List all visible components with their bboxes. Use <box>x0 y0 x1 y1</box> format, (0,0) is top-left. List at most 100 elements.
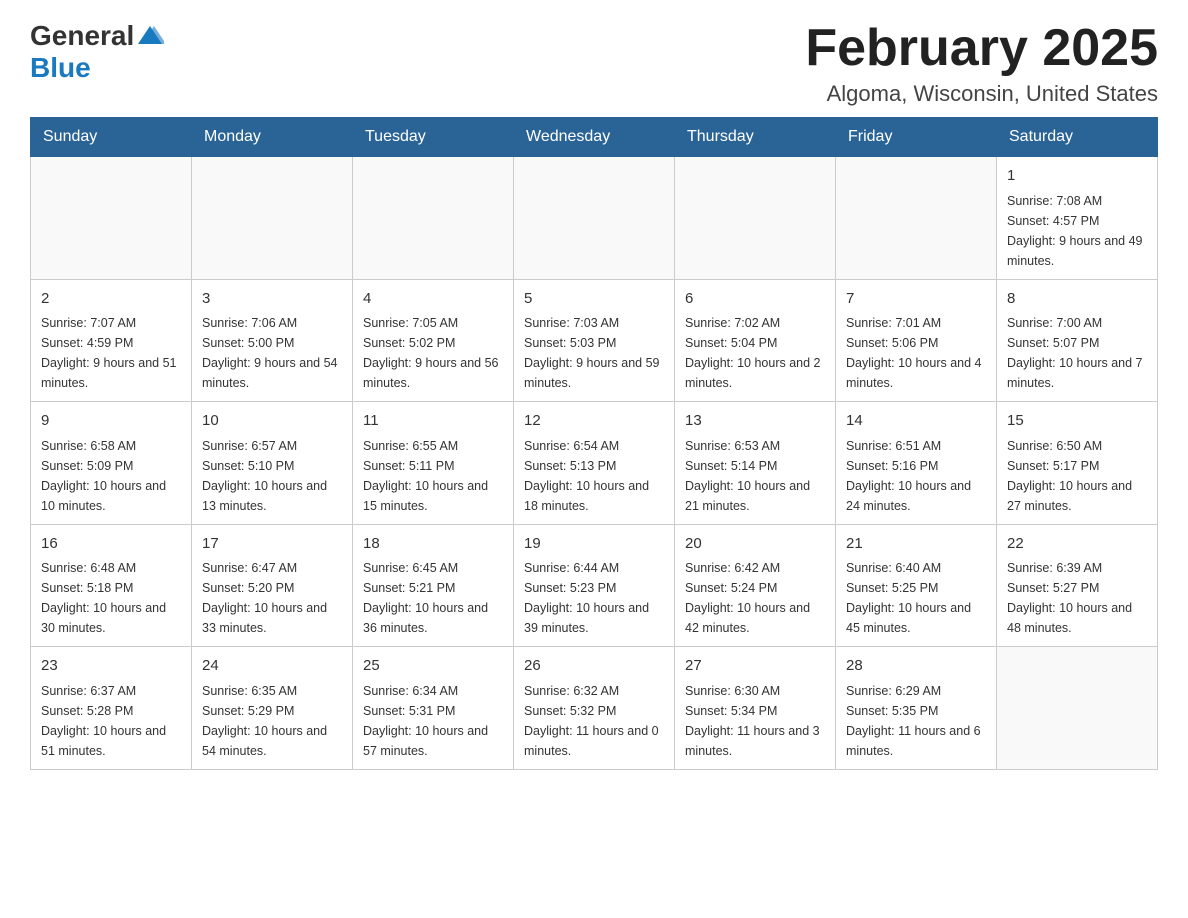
day-info: Sunrise: 6:32 AM Sunset: 5:32 PM Dayligh… <box>524 681 664 761</box>
day-of-week-header: Sunday <box>31 118 192 157</box>
calendar-day-cell: 26 Sunrise: 6:32 AM Sunset: 5:32 PM Dayli… <box>514 647 675 770</box>
day-number: 20 <box>685 533 825 556</box>
calendar-day-cell: 5Sunrise: 7:03 AM Sunset: 5:03 PM Daylig… <box>514 279 675 402</box>
day-info: Sunrise: 6:44 AM Sunset: 5:23 PM Dayligh… <box>524 558 664 638</box>
calendar-day-cell: 10 Sunrise: 6:57 AM Sunset: 5:10 PM Dayli… <box>192 402 353 525</box>
day-number: 26 <box>524 655 664 678</box>
day-info: Sunrise: 6:39 AM Sunset: 5:27 PM Dayligh… <box>1007 558 1147 638</box>
calendar-day-cell <box>514 157 675 280</box>
day-number: 6 <box>685 288 825 311</box>
day-of-week-header: Thursday <box>675 118 836 157</box>
day-info: Sunrise: 6:48 AM Sunset: 5:18 PM Dayligh… <box>41 558 181 638</box>
day-number: 10 <box>202 410 342 433</box>
day-number: 3 <box>202 288 342 311</box>
logo-general-text: General <box>30 20 134 52</box>
day-info: Sunrise: 6:37 AM Sunset: 5:28 PM Dayligh… <box>41 681 181 761</box>
calendar-week-row: 9 Sunrise: 6:58 AM Sunset: 5:09 PM Daylig… <box>31 402 1158 525</box>
calendar-day-cell: 24Sunrise: 6:35 AM Sunset: 5:29 PM Dayli… <box>192 647 353 770</box>
calendar-day-cell <box>353 157 514 280</box>
day-info: Sunrise: 6:42 AM Sunset: 5:24 PM Dayligh… <box>685 558 825 638</box>
logo-icon <box>136 22 164 50</box>
calendar-header: SundayMondayTuesdayWednesdayThursdayFrid… <box>31 118 1158 157</box>
calendar-day-cell: 20Sunrise: 6:42 AM Sunset: 5:24 PM Dayli… <box>675 524 836 647</box>
calendar-day-cell <box>31 157 192 280</box>
day-number: 7 <box>846 288 986 311</box>
day-info: Sunrise: 6:40 AM Sunset: 5:25 PM Dayligh… <box>846 558 986 638</box>
calendar-day-cell <box>997 647 1158 770</box>
calendar-week-row: 23 Sunrise: 6:37 AM Sunset: 5:28 PM Dayli… <box>31 647 1158 770</box>
day-of-week-header: Saturday <box>997 118 1158 157</box>
day-number: 12 <box>524 410 664 433</box>
calendar-day-cell: 3Sunrise: 7:06 AM Sunset: 5:00 PM Daylig… <box>192 279 353 402</box>
calendar-day-cell: 14 Sunrise: 6:51 AM Sunset: 5:16 PM Dayli… <box>836 402 997 525</box>
calendar-day-cell: 18Sunrise: 6:45 AM Sunset: 5:21 PM Dayli… <box>353 524 514 647</box>
calendar-day-cell: 15Sunrise: 6:50 AM Sunset: 5:17 PM Dayli… <box>997 402 1158 525</box>
calendar-day-cell: 28 Sunrise: 6:29 AM Sunset: 5:35 PM Dayli… <box>836 647 997 770</box>
calendar-table: SundayMondayTuesdayWednesdayThursdayFrid… <box>30 117 1158 770</box>
calendar-day-cell: 23 Sunrise: 6:37 AM Sunset: 5:28 PM Dayli… <box>31 647 192 770</box>
calendar-week-row: 16Sunrise: 6:48 AM Sunset: 5:18 PM Dayli… <box>31 524 1158 647</box>
calendar-day-cell: 16Sunrise: 6:48 AM Sunset: 5:18 PM Dayli… <box>31 524 192 647</box>
header-row: SundayMondayTuesdayWednesdayThursdayFrid… <box>31 118 1158 157</box>
calendar-day-cell <box>192 157 353 280</box>
calendar-day-cell <box>836 157 997 280</box>
day-number: 17 <box>202 533 342 556</box>
calendar-day-cell: 8Sunrise: 7:00 AM Sunset: 5:07 PM Daylig… <box>997 279 1158 402</box>
day-number: 24 <box>202 655 342 678</box>
title-section: February 2025 Algoma, Wisconsin, United … <box>805 20 1158 107</box>
calendar-day-cell: 11 Sunrise: 6:55 AM Sunset: 5:11 PM Dayli… <box>353 402 514 525</box>
day-number: 9 <box>41 410 181 433</box>
calendar-day-cell: 1 Sunrise: 7:08 AM Sunset: 4:57 PM Daylig… <box>997 157 1158 280</box>
day-number: 13 <box>685 410 825 433</box>
calendar-day-cell: 19Sunrise: 6:44 AM Sunset: 5:23 PM Dayli… <box>514 524 675 647</box>
day-number: 8 <box>1007 288 1147 311</box>
day-of-week-header: Monday <box>192 118 353 157</box>
day-number: 11 <box>363 410 503 433</box>
calendar-body: 1 Sunrise: 7:08 AM Sunset: 4:57 PM Daylig… <box>31 157 1158 770</box>
day-number: 14 <box>846 410 986 433</box>
calendar-day-cell: 12Sunrise: 6:54 AM Sunset: 5:13 PM Dayli… <box>514 402 675 525</box>
calendar-day-cell: 9 Sunrise: 6:58 AM Sunset: 5:09 PM Daylig… <box>31 402 192 525</box>
day-info: Sunrise: 7:00 AM Sunset: 5:07 PM Dayligh… <box>1007 313 1147 393</box>
day-info: Sunrise: 7:03 AM Sunset: 5:03 PM Dayligh… <box>524 313 664 393</box>
day-number: 5 <box>524 288 664 311</box>
day-number: 21 <box>846 533 986 556</box>
calendar-day-cell: 4Sunrise: 7:05 AM Sunset: 5:02 PM Daylig… <box>353 279 514 402</box>
day-info: Sunrise: 7:08 AM Sunset: 4:57 PM Dayligh… <box>1007 191 1147 271</box>
day-number: 15 <box>1007 410 1147 433</box>
calendar-day-cell: 13 Sunrise: 6:53 AM Sunset: 5:14 PM Dayli… <box>675 402 836 525</box>
day-info: Sunrise: 6:55 AM Sunset: 5:11 PM Dayligh… <box>363 436 503 516</box>
day-info: Sunrise: 6:53 AM Sunset: 5:14 PM Dayligh… <box>685 436 825 516</box>
calendar-week-row: 1 Sunrise: 7:08 AM Sunset: 4:57 PM Daylig… <box>31 157 1158 280</box>
day-info: Sunrise: 6:34 AM Sunset: 5:31 PM Dayligh… <box>363 681 503 761</box>
day-of-week-header: Wednesday <box>514 118 675 157</box>
calendar-day-cell: 22Sunrise: 6:39 AM Sunset: 5:27 PM Dayli… <box>997 524 1158 647</box>
day-number: 4 <box>363 288 503 311</box>
logo-blue-text: Blue <box>30 52 91 83</box>
calendar-day-cell: 25Sunrise: 6:34 AM Sunset: 5:31 PM Dayli… <box>353 647 514 770</box>
logo: General Blue <box>30 20 164 84</box>
day-info: Sunrise: 6:51 AM Sunset: 5:16 PM Dayligh… <box>846 436 986 516</box>
day-info: Sunrise: 6:30 AM Sunset: 5:34 PM Dayligh… <box>685 681 825 761</box>
day-number: 19 <box>524 533 664 556</box>
day-info: Sunrise: 6:58 AM Sunset: 5:09 PM Dayligh… <box>41 436 181 516</box>
day-info: Sunrise: 7:07 AM Sunset: 4:59 PM Dayligh… <box>41 313 181 393</box>
calendar-day-cell: 7Sunrise: 7:01 AM Sunset: 5:06 PM Daylig… <box>836 279 997 402</box>
day-number: 23 <box>41 655 181 678</box>
day-info: Sunrise: 6:47 AM Sunset: 5:20 PM Dayligh… <box>202 558 342 638</box>
day-info: Sunrise: 6:29 AM Sunset: 5:35 PM Dayligh… <box>846 681 986 761</box>
day-number: 2 <box>41 288 181 311</box>
day-number: 1 <box>1007 165 1147 188</box>
day-number: 28 <box>846 655 986 678</box>
day-info: Sunrise: 7:02 AM Sunset: 5:04 PM Dayligh… <box>685 313 825 393</box>
day-number: 16 <box>41 533 181 556</box>
day-of-week-header: Friday <box>836 118 997 157</box>
day-info: Sunrise: 7:01 AM Sunset: 5:06 PM Dayligh… <box>846 313 986 393</box>
day-info: Sunrise: 6:57 AM Sunset: 5:10 PM Dayligh… <box>202 436 342 516</box>
day-info: Sunrise: 7:05 AM Sunset: 5:02 PM Dayligh… <box>363 313 503 393</box>
day-of-week-header: Tuesday <box>353 118 514 157</box>
day-info: Sunrise: 6:45 AM Sunset: 5:21 PM Dayligh… <box>363 558 503 638</box>
calendar-day-cell: 27Sunrise: 6:30 AM Sunset: 5:34 PM Dayli… <box>675 647 836 770</box>
calendar-day-cell <box>675 157 836 280</box>
day-info: Sunrise: 7:06 AM Sunset: 5:00 PM Dayligh… <box>202 313 342 393</box>
